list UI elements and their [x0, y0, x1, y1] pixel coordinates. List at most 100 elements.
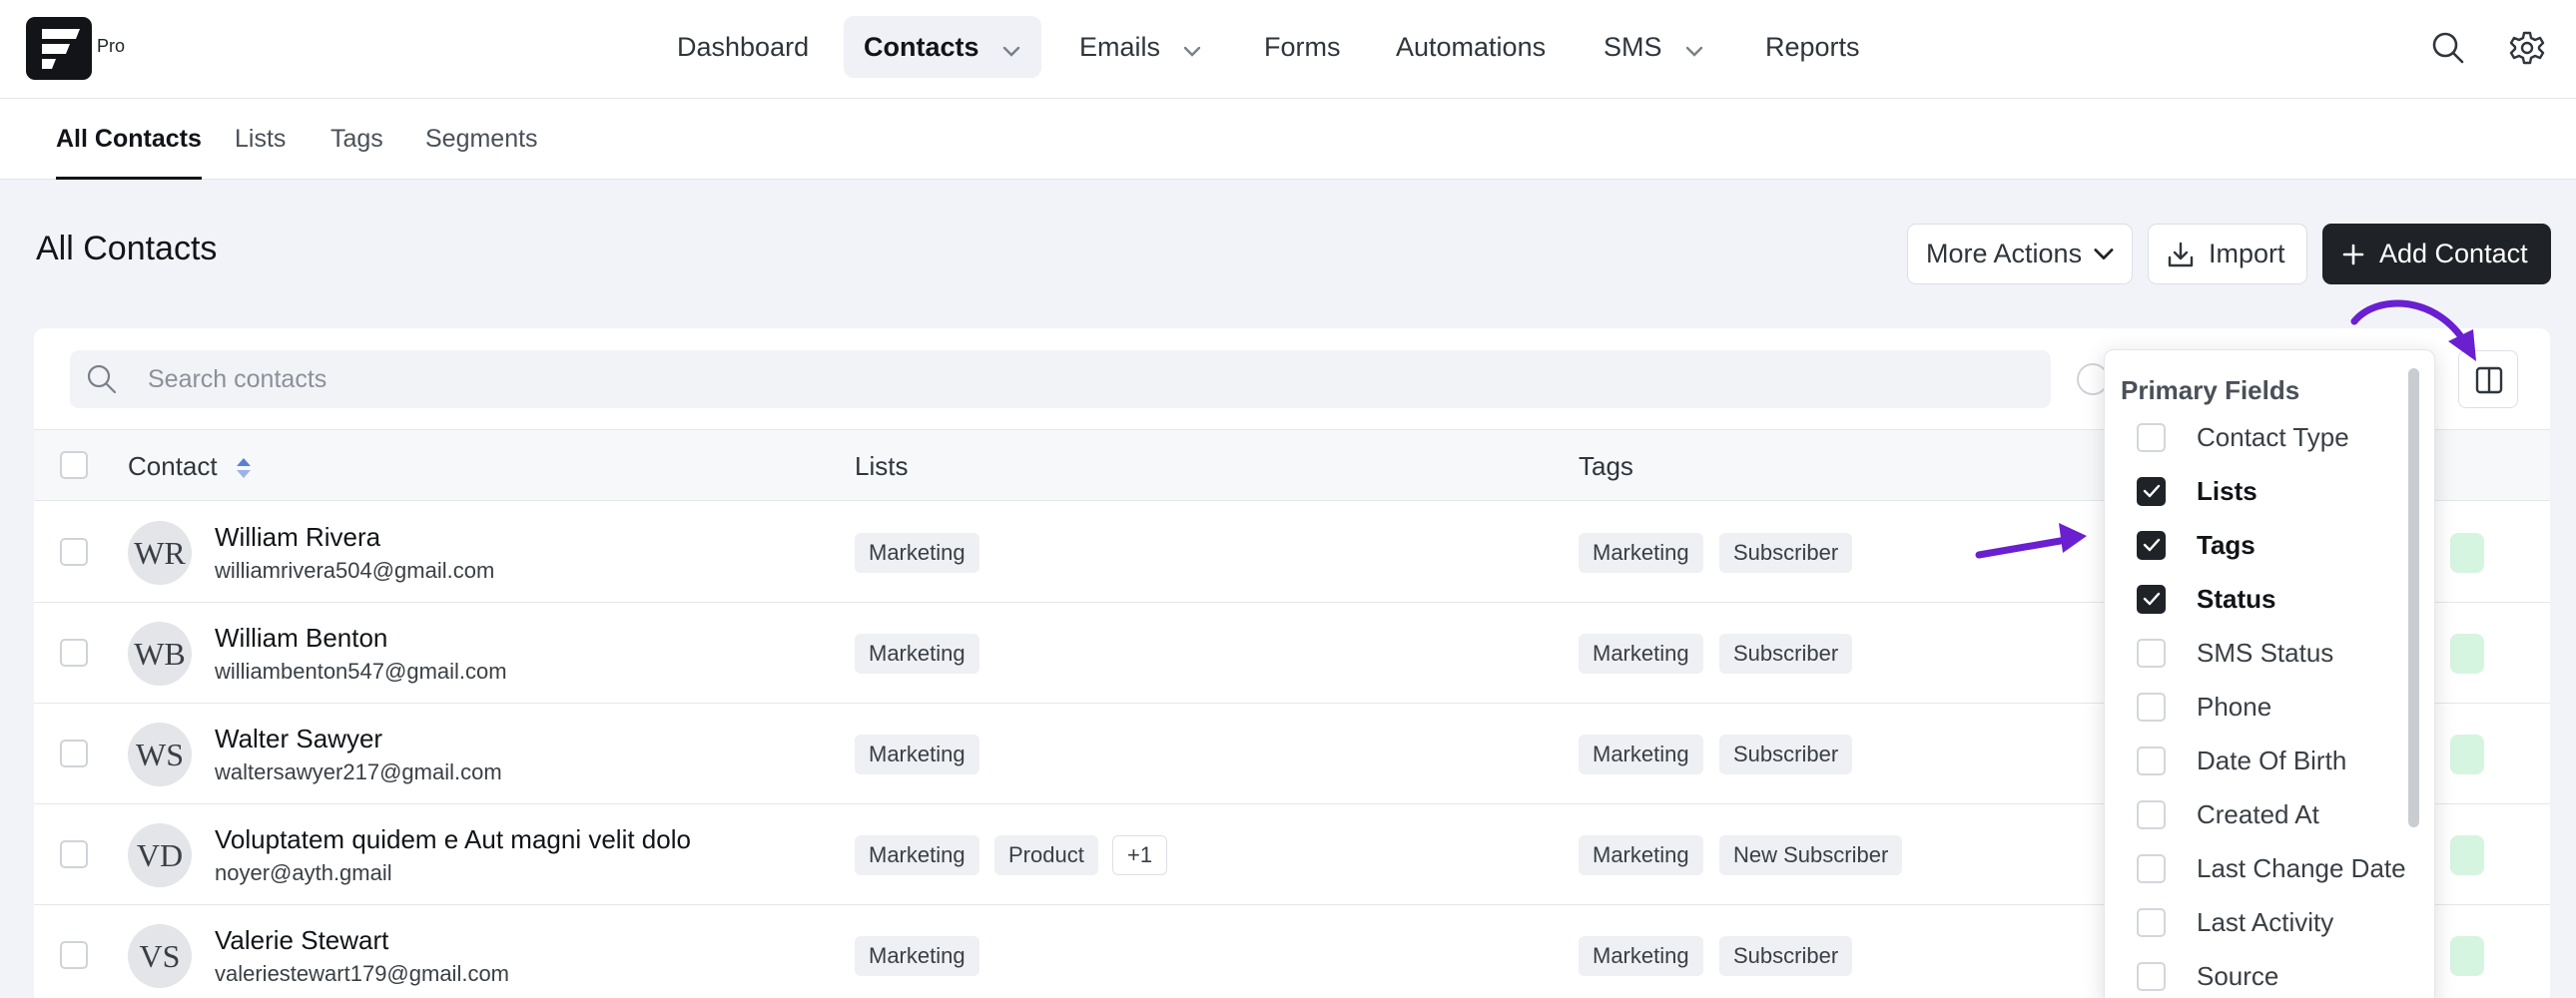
column-checkbox[interactable] [2137, 799, 2166, 829]
contact-name[interactable]: William Rivera [215, 522, 380, 553]
column-header-lists[interactable]: Lists [855, 430, 908, 502]
column-checkbox[interactable] [2137, 961, 2166, 991]
columns-toggle-button[interactable] [2458, 350, 2518, 408]
status-badge [2450, 835, 2484, 875]
nav-automations[interactable]: Automations [1376, 16, 1566, 78]
column-option-label: Created At [2197, 798, 2319, 829]
list-badge: Marketing [855, 735, 979, 774]
column-option-label: Contact Type [2197, 421, 2349, 452]
column-option-last-change-date[interactable]: Last Change Date [2137, 848, 2406, 888]
select-all-checkbox[interactable] [60, 451, 88, 479]
chevron-down-icon [1182, 18, 1202, 80]
plus-icon [2342, 244, 2364, 264]
nav-label: SMS [1604, 32, 1662, 62]
list-badge: Marketing [855, 634, 979, 674]
contact-email: williamrivera504@gmail.com [215, 558, 495, 583]
contact-email: williambenton547@gmail.com [215, 659, 507, 684]
column-checkbox[interactable] [2137, 853, 2166, 883]
contacts-subnav: All Contacts Lists Tags Segments [0, 99, 2576, 180]
nav-label: Dashboard [677, 32, 810, 62]
list-badge: Marketing [855, 835, 979, 875]
status-badge [2450, 735, 2484, 774]
contact-name[interactable]: William Benton [215, 623, 387, 654]
more-lists-badge[interactable]: +1 [1112, 835, 1168, 875]
row-checkbox[interactable] [60, 740, 88, 767]
contact-name[interactable]: Valerie Stewart [215, 925, 388, 956]
avatar: VD [128, 823, 192, 887]
column-option-contact-type[interactable]: Contact Type [2137, 417, 2349, 457]
nav-reports[interactable]: Reports [1745, 16, 1880, 78]
column-option-source[interactable]: Source [2137, 956, 2278, 996]
nav-forms[interactable]: Forms [1244, 16, 1361, 78]
tag-badge: Marketing [1579, 533, 1703, 573]
row-checkbox[interactable] [60, 941, 88, 969]
tag-badge: Subscriber [1719, 735, 1853, 774]
column-option-sms-status[interactable]: SMS Status [2137, 633, 2333, 673]
nav-sms[interactable]: SMS [1584, 16, 1724, 78]
column-checkbox[interactable] [2137, 584, 2166, 614]
more-actions-button[interactable]: More Actions [1907, 224, 2133, 284]
dropdown-scrollbar[interactable] [2408, 368, 2419, 827]
column-option-date-of-birth[interactable]: Date Of Birth [2137, 741, 2346, 780]
status-badge [2450, 533, 2484, 573]
search-icon[interactable] [2430, 30, 2466, 66]
tag-badge: Marketing [1579, 835, 1703, 875]
columns-dropdown-menu: Primary Fields Contact Type Lists Tags S… [2104, 349, 2435, 998]
top-navigation: Pro Dashboard Contacts Emails Forms Auto… [0, 0, 2576, 99]
column-option-label: Tags [2197, 529, 2255, 560]
tag-badge: Marketing [1579, 936, 1703, 976]
check-icon [2143, 592, 2160, 606]
logo-mark-icon [42, 29, 80, 69]
avatar: WS [128, 723, 192, 786]
settings-gear-icon[interactable] [2509, 30, 2545, 66]
column-option-tags[interactable]: Tags [2137, 525, 2255, 565]
tab-segments[interactable]: Segments [425, 99, 538, 180]
column-option-phone[interactable]: Phone [2137, 687, 2271, 727]
tag-badge: Subscriber [1719, 533, 1853, 573]
column-option-status[interactable]: Status [2137, 579, 2275, 619]
row-checkbox[interactable] [60, 840, 88, 868]
list-badge: Marketing [855, 533, 979, 573]
column-checkbox[interactable] [2137, 907, 2166, 937]
column-checkbox[interactable] [2137, 422, 2166, 452]
columns-icon [2475, 366, 2503, 394]
column-header-tags[interactable]: Tags [1579, 430, 1633, 502]
contact-name[interactable]: Walter Sawyer [215, 724, 382, 754]
nav-label: Automations [1396, 32, 1547, 62]
nav-emails[interactable]: Emails [1059, 16, 1222, 78]
nav-dashboard[interactable]: Dashboard [657, 16, 829, 78]
tab-all-contacts[interactable]: All Contacts [56, 99, 202, 180]
chevron-down-icon [1684, 18, 1704, 80]
search-bar [70, 350, 2051, 408]
column-checkbox[interactable] [2137, 746, 2166, 775]
column-checkbox[interactable] [2137, 692, 2166, 722]
contact-name[interactable]: Voluptatem quidem e Aut magni velit dolo [215, 824, 691, 855]
column-option-created-at[interactable]: Created At [2137, 794, 2319, 834]
column-option-lists[interactable]: Lists [2137, 471, 2257, 511]
nav-label: Contacts [864, 32, 979, 62]
column-header-contact[interactable]: Contact [128, 430, 253, 502]
app-logo[interactable] [26, 17, 92, 80]
search-input[interactable] [148, 350, 2025, 408]
column-checkbox[interactable] [2137, 530, 2166, 560]
column-option-last-activity[interactable]: Last Activity [2137, 902, 2333, 942]
tag-badge: Marketing [1579, 735, 1703, 774]
nav-contacts[interactable]: Contacts [844, 16, 1041, 78]
add-contact-button[interactable]: Add Contact [2322, 224, 2551, 284]
check-icon [2143, 484, 2160, 498]
tag-badge: Subscriber [1719, 936, 1853, 976]
avatar: WB [128, 622, 192, 686]
tab-tags[interactable]: Tags [330, 99, 383, 180]
sort-icon[interactable] [235, 456, 253, 480]
column-checkbox[interactable] [2137, 476, 2166, 506]
column-option-label: Phone [2197, 691, 2272, 722]
import-label: Import [2209, 239, 2285, 268]
import-button[interactable]: Import [2148, 224, 2307, 284]
column-checkbox[interactable] [2137, 638, 2166, 668]
column-option-label: Status [2197, 583, 2276, 614]
contact-email: valeriestewart179@gmail.com [215, 961, 510, 986]
row-checkbox[interactable] [60, 639, 88, 667]
tab-lists[interactable]: Lists [235, 99, 286, 180]
nav-label: Forms [1264, 32, 1341, 62]
row-checkbox[interactable] [60, 538, 88, 566]
